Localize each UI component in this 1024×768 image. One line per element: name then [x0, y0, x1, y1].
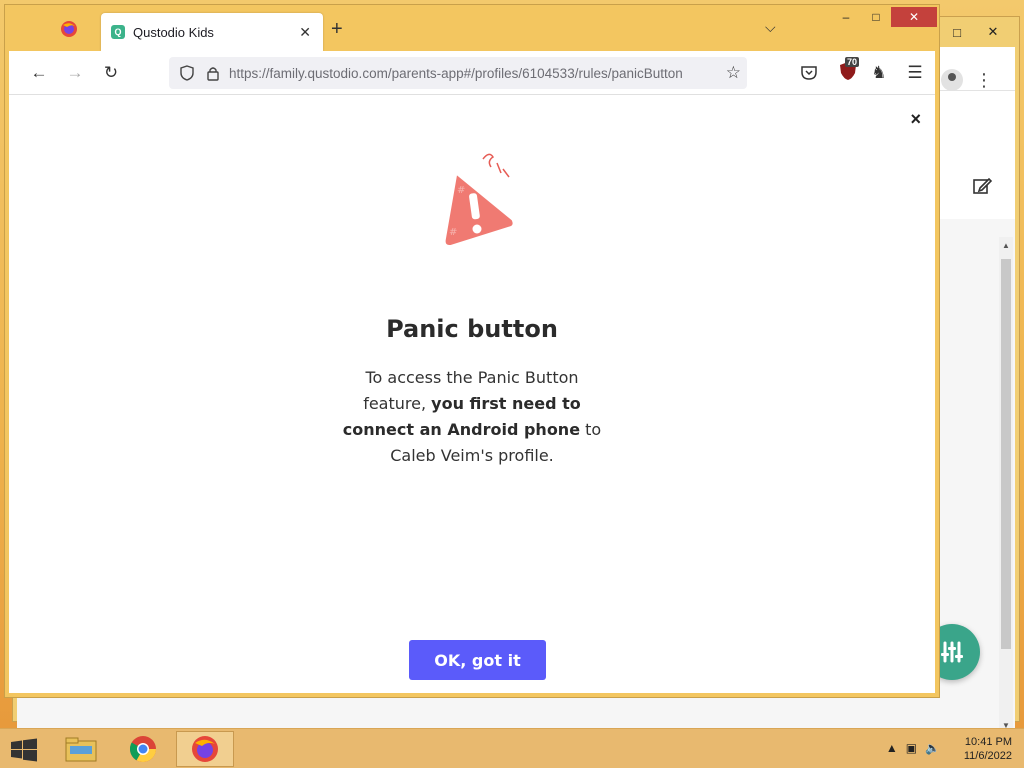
new-tab-plus-icon[interactable]: +: [331, 19, 343, 39]
tracking-shield-icon[interactable]: [177, 63, 197, 83]
tab-qustodio-kids[interactable]: Q Qustodio Kids ✕: [101, 13, 323, 51]
tab-title: Qustodio Kids: [133, 24, 214, 40]
sliders-icon: [941, 641, 963, 663]
extension-puzzle-icon[interactable]: ♞: [867, 61, 891, 85]
tab-close-icon[interactable]: ✕: [299, 24, 311, 41]
bookmark-star-icon[interactable]: ☆: [726, 63, 741, 83]
bg-maximize-button[interactable]: □: [939, 17, 975, 47]
background-window-controls: □ ✕: [939, 17, 1019, 47]
scroll-thumb[interactable]: [1001, 259, 1011, 649]
hamburger-menu-icon[interactable]: ☰: [903, 61, 927, 85]
clock-time: 10:41 PM: [964, 736, 1012, 748]
svg-text:#: #: [449, 227, 457, 238]
extension-badge-count: 70: [845, 57, 860, 67]
tab-strip: Q Qustodio Kids ✕ + ⌵ – □ ✕: [5, 5, 939, 51]
page-content: × # # Panic button To access the Panic B…: [9, 95, 935, 693]
minimize-button[interactable]: –: [831, 7, 861, 27]
qustodio-favicon-icon: Q: [111, 25, 125, 39]
bg-close-button[interactable]: ✕: [975, 17, 1011, 47]
lock-icon[interactable]: [203, 63, 223, 83]
url-text[interactable]: https://family.qustodio.com/parents-app#…: [229, 66, 705, 81]
scroll-up-arrow-icon[interactable]: ▲: [999, 239, 1013, 253]
windows-start-icon[interactable]: [10, 738, 38, 762]
firefox-logo-icon: [61, 21, 77, 37]
ok-got-it-button[interactable]: OK, got it: [409, 640, 546, 680]
vertical-scrollbar[interactable]: ▲ ▼: [999, 237, 1013, 735]
pocket-icon[interactable]: [797, 61, 821, 85]
window-controls: – □ ✕: [831, 7, 937, 27]
warning-megaphone-illustration: # #: [445, 153, 513, 246]
modal-title: Panic button: [386, 315, 558, 343]
file-explorer-taskbar-icon[interactable]: [52, 731, 110, 767]
modal-close-icon[interactable]: ×: [910, 109, 921, 130]
close-window-button[interactable]: ✕: [891, 7, 937, 27]
forward-arrow-icon[interactable]: →: [63, 61, 87, 85]
firefox-window: Q Qustodio Kids ✕ + ⌵ – □ ✕ ← → ↻ https:…: [4, 4, 940, 698]
kebab-menu-icon[interactable]: ⋮: [975, 69, 993, 91]
show-hidden-icons-chevron-up-icon[interactable]: ▲: [886, 741, 898, 755]
tab-list-chevron-down-icon[interactable]: ⌵: [765, 19, 776, 36]
svg-text:#: #: [457, 185, 465, 196]
ublock-extension-icon[interactable]: 70: [839, 57, 860, 83]
taskbar-clock[interactable]: 10:41 PM 11/6/2022: [948, 735, 1012, 763]
maximize-button[interactable]: □: [861, 7, 891, 27]
clock-date: 11/6/2022: [963, 750, 1012, 762]
navigation-toolbar: ← → ↻ https://family.qustodio.com/parent…: [9, 51, 935, 95]
system-tray: ▲ ▣ 🔈: [886, 741, 940, 755]
back-arrow-icon[interactable]: ←: [27, 61, 51, 85]
profile-avatar-icon[interactable]: [941, 69, 963, 91]
taskbar: ▲ ▣ 🔈 10:41 PM 11/6/2022: [0, 728, 1024, 768]
modal-description: To access the Panic Button feature, you …: [332, 365, 612, 469]
firefox-taskbar-icon[interactable]: [176, 731, 234, 767]
volume-icon[interactable]: 🔈: [925, 741, 940, 755]
network-icon[interactable]: ▣: [906, 741, 917, 755]
edit-icon[interactable]: [971, 175, 993, 203]
address-bar[interactable]: https://family.qustodio.com/parents-app#…: [169, 57, 747, 89]
reload-icon[interactable]: ↻: [99, 61, 123, 85]
chrome-taskbar-icon[interactable]: [114, 731, 172, 767]
